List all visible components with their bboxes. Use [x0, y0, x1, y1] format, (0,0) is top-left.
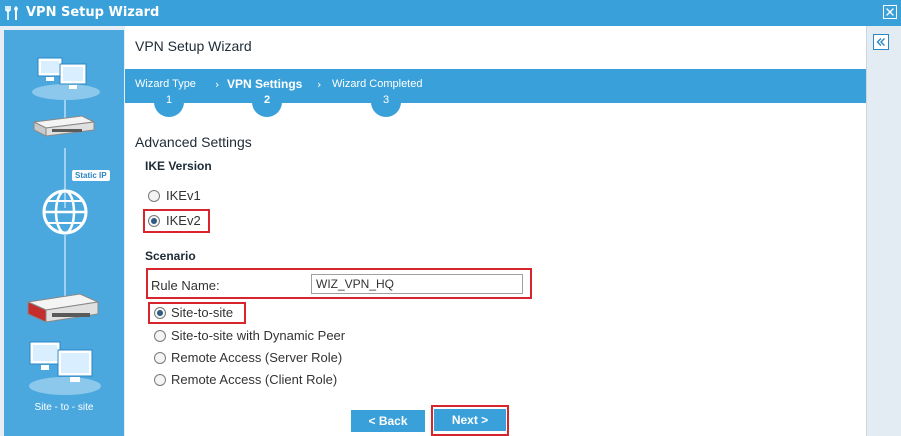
- close-icon[interactable]: [883, 5, 897, 19]
- dynamic-peer-radio[interactable]: [154, 330, 166, 342]
- remote-server-label: Remote Access (Server Role): [171, 350, 343, 365]
- step-number-3: 3: [371, 87, 401, 117]
- computers-bottom-icon: [29, 341, 101, 395]
- globe-icon: [42, 189, 88, 235]
- step-number-1: 1: [154, 87, 184, 117]
- site-to-site-radio[interactable]: [154, 307, 166, 319]
- remote-server-radio[interactable]: [154, 352, 166, 364]
- ikev1-label: IKEv1: [166, 188, 201, 203]
- advanced-settings-heading: Advanced Settings: [135, 134, 252, 150]
- ikev2-label: IKEv2: [166, 213, 201, 228]
- computers-top-icon: [32, 57, 100, 100]
- remote-client-label: Remote Access (Client Role): [171, 372, 338, 387]
- chevron-right-icon: ›: [215, 78, 220, 91]
- scenario-heading: Scenario: [145, 249, 196, 263]
- dynamic-peer-label: Site-to-site with Dynamic Peer: [171, 328, 346, 343]
- router-bottom-icon: [26, 293, 100, 323]
- static-ip-tag: Static IP: [72, 170, 110, 181]
- ikev2-radio[interactable]: [148, 215, 160, 227]
- ike-version-heading: IKE Version: [145, 159, 212, 173]
- rule-name-label: Rule Name:: [151, 278, 220, 293]
- window-title: VPN Setup Wizard: [26, 5, 160, 20]
- chevron-right-icon: ›: [317, 78, 322, 91]
- remote-client-radio[interactable]: [154, 374, 166, 386]
- rule-name-input[interactable]: WIZ_VPN_HQ: [311, 274, 523, 294]
- next-button[interactable]: Next >: [434, 409, 506, 431]
- router-top-icon: [32, 115, 96, 137]
- site-to-site-label: Site-to-site: [171, 305, 234, 320]
- topology-sidebar: Static IP Site - to - site: [4, 30, 124, 436]
- wizard-tools-icon: [5, 6, 18, 20]
- window-titlebar: VPN Setup Wizard: [0, 0, 901, 26]
- right-collapse-pane: [866, 26, 901, 436]
- step-number-2: 2: [252, 87, 282, 117]
- collapse-icon[interactable]: [873, 34, 889, 50]
- wizard-steps: Wizard Type › VPN Settings › Wizard Comp…: [125, 69, 866, 103]
- topology-caption: Site - to - site: [34, 402, 94, 413]
- back-button[interactable]: < Back: [351, 410, 425, 432]
- ikev1-radio[interactable]: [148, 190, 160, 202]
- page-title: VPN Setup Wizard: [135, 38, 252, 54]
